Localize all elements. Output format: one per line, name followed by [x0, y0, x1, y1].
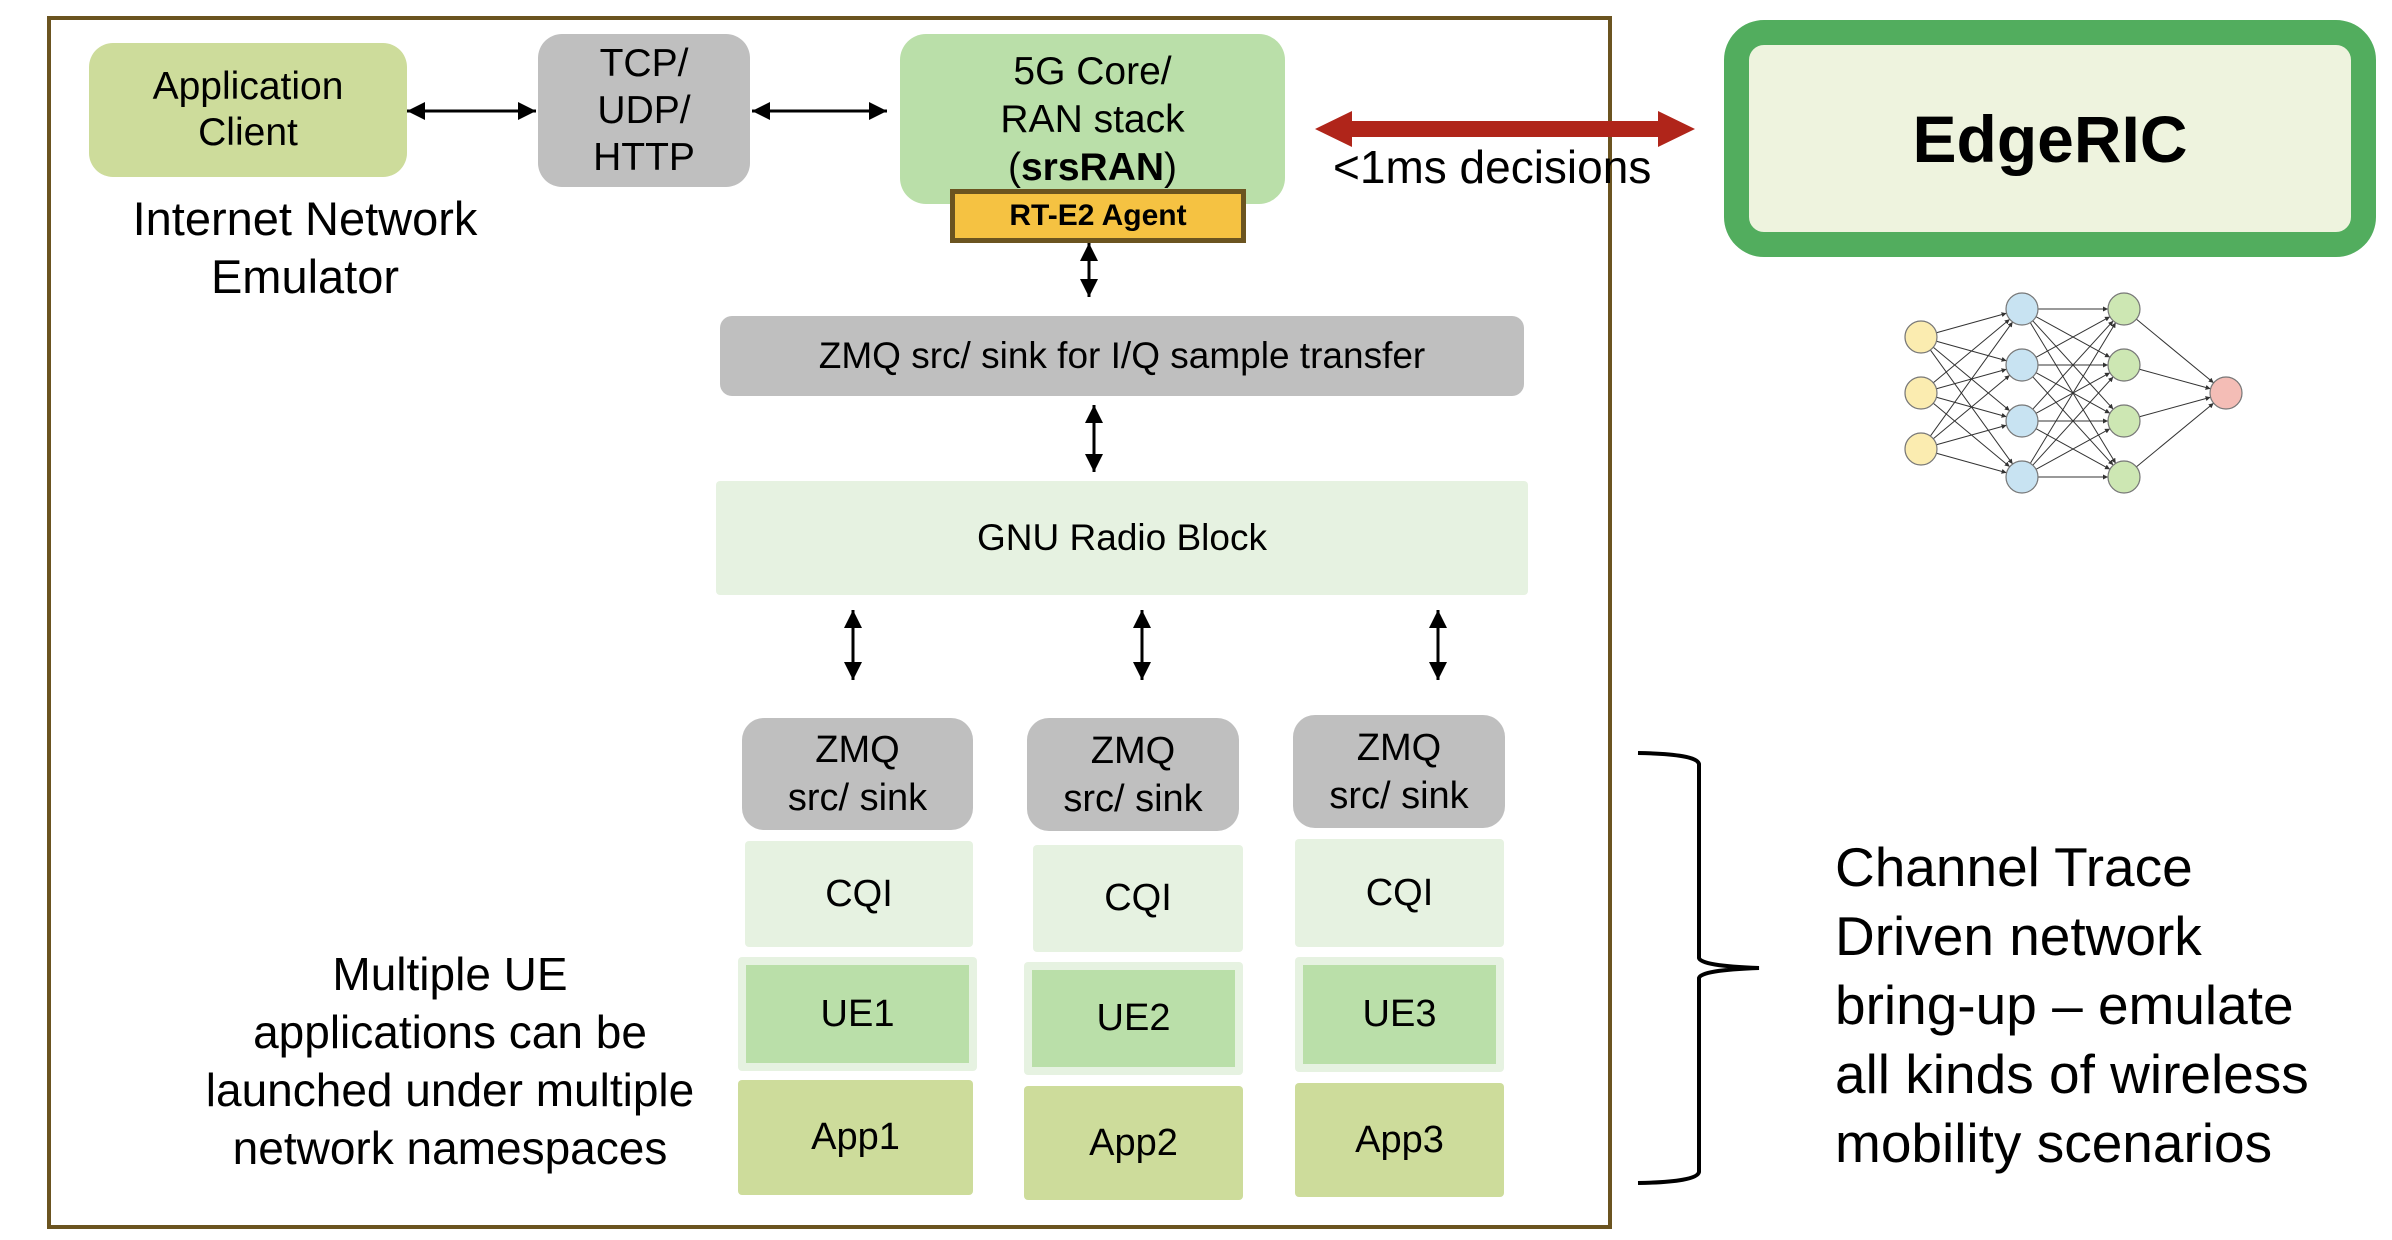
nn-edge: [2139, 368, 2211, 390]
nn-node: [2209, 376, 2243, 410]
decision-latency-label: <1ms decisions: [1333, 141, 1652, 193]
nn-edge: [2139, 396, 2211, 418]
nn-node: [1904, 320, 1938, 354]
nn-edge: [1936, 452, 2007, 474]
nn-edge: [1932, 318, 2011, 384]
nn-node: [2107, 460, 2141, 494]
nn-node: [1904, 376, 1938, 410]
nn-edge: [2136, 318, 2214, 384]
nn-node: [2005, 460, 2039, 494]
nn-edge: [2136, 402, 2214, 468]
ue-bracket: [1637, 751, 1760, 1185]
connectors-layer: [407, 102, 2243, 1185]
nn-node: [2005, 404, 2039, 438]
nn-node: [2107, 348, 2141, 382]
nn-node: [1904, 432, 1938, 466]
nn-node: [2107, 404, 2141, 438]
nn-edge: [1936, 312, 2007, 334]
nn-edge: [1932, 374, 2011, 440]
neural-network-icon: [1904, 292, 2243, 494]
nn-node: [2005, 292, 2039, 326]
nn-node: [2005, 348, 2039, 382]
nn-edge: [1929, 321, 2014, 437]
nn-node: [2107, 292, 2141, 326]
